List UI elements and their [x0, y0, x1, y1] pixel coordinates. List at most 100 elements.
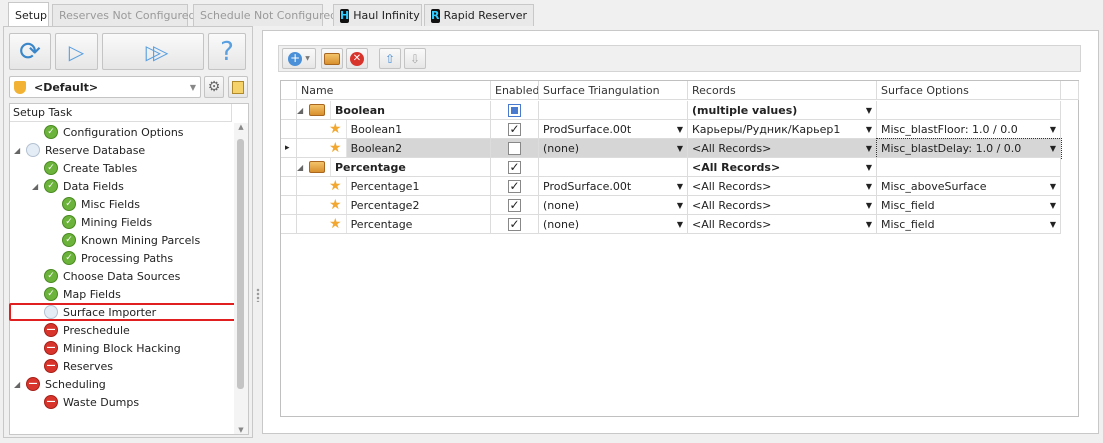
dropdown-arrow-icon[interactable]: ▼: [677, 125, 683, 134]
row-indicator[interactable]: [281, 120, 297, 139]
tree-item[interactable]: — Reserves: [10, 357, 113, 375]
triangulation-cell[interactable]: [539, 158, 688, 177]
tree-item[interactable]: ✓ Create Tables: [10, 159, 137, 177]
triangulation-cell[interactable]: ProdSurface.00t ▼: [539, 120, 688, 139]
dropdown-arrow-icon[interactable]: ▼: [1050, 220, 1056, 229]
column-header-triangulation[interactable]: Surface Triangulation: [539, 81, 688, 100]
add-button[interactable]: + ▼: [282, 48, 316, 69]
surface-options-cell[interactable]: Misc_field ▼: [877, 215, 1061, 234]
dropdown-arrow-icon[interactable]: ▼: [866, 220, 872, 229]
tree-item[interactable]: — Mining Block Hacking: [10, 339, 181, 357]
notes-button[interactable]: [228, 76, 248, 98]
dropdown-arrow-icon[interactable]: ▼: [866, 163, 872, 172]
records-cell[interactable]: Карьеры/Рудник/Карьер1 ▼: [688, 120, 877, 139]
tree-item[interactable]: ◢ Reserve Database: [10, 141, 145, 159]
dropdown-arrow-icon[interactable]: ▼: [866, 182, 872, 191]
tree-item[interactable]: — Waste Dumps: [10, 393, 139, 411]
surface-options-cell[interactable]: Misc_aboveSurface ▼: [877, 177, 1061, 196]
dropdown-arrow-icon[interactable]: ▼: [866, 144, 872, 153]
triangulation-cell[interactable]: ProdSurface.00t ▼: [539, 177, 688, 196]
enabled-checkbox[interactable]: ✓: [508, 217, 521, 231]
records-cell[interactable]: (multiple values) ▼: [688, 101, 877, 120]
surface-options-cell[interactable]: [877, 101, 1061, 120]
tree-item[interactable]: ✓ Known Mining Parcels: [10, 231, 200, 249]
enabled-cell[interactable]: [491, 139, 539, 158]
dropdown-arrow-icon[interactable]: ▼: [1050, 144, 1056, 153]
column-header-options[interactable]: Surface Options: [877, 81, 1061, 100]
row-indicator[interactable]: [281, 215, 297, 234]
name-cell[interactable]: ◢ Boolean: [297, 101, 491, 120]
dropdown-arrow-icon[interactable]: ▼: [677, 220, 683, 229]
column-header-enabled[interactable]: Enabled: [491, 81, 539, 100]
dropdown-arrow-icon[interactable]: ▼: [1050, 201, 1056, 210]
name-cell[interactable]: ★ Boolean2: [297, 139, 491, 158]
name-cell[interactable]: ★ Percentage: [297, 215, 491, 234]
delete-button[interactable]: ✕: [346, 48, 368, 69]
records-cell[interactable]: <All Records> ▼: [688, 158, 877, 177]
profile-select[interactable]: <Default> ▼: [9, 76, 201, 98]
collapse-icon[interactable]: ◢: [297, 106, 309, 115]
tab-reserves-not-configured[interactable]: Reserves Not Configured: [52, 4, 196, 26]
add-folder-button[interactable]: [321, 48, 343, 69]
row-indicator[interactable]: ▸: [281, 139, 297, 158]
name-cell[interactable]: ★ Percentage1: [297, 177, 491, 196]
settings-button[interactable]: ⚙: [204, 76, 224, 98]
records-cell[interactable]: <All Records> ▼: [688, 196, 877, 215]
dropdown-arrow-icon[interactable]: ▼: [1050, 182, 1056, 191]
surface-options-cell[interactable]: [877, 158, 1061, 177]
enabled-checkbox[interactable]: [508, 103, 521, 117]
tab-schedule-not-configured[interactable]: Schedule Not Configured: [193, 4, 337, 26]
surface-options-cell[interactable]: Misc_field ▼: [877, 196, 1061, 215]
scrollbar-thumb[interactable]: [237, 139, 244, 389]
tree-item[interactable]: ◢ — Scheduling: [10, 375, 106, 393]
tree-item[interactable]: ✓ Processing Paths: [10, 249, 173, 267]
enabled-checkbox[interactable]: ✓: [508, 122, 521, 136]
run-all-button[interactable]: ▷▷: [102, 33, 204, 70]
tree-item[interactable]: ✓ Configuration Options: [10, 123, 184, 141]
enabled-checkbox[interactable]: ✓: [508, 179, 521, 193]
tree-item[interactable]: ✓ Misc Fields: [10, 195, 140, 213]
enabled-cell[interactable]: ✓: [491, 120, 539, 139]
move-up-button[interactable]: ⇧: [379, 48, 401, 69]
records-cell[interactable]: <All Records> ▼: [688, 215, 877, 234]
enabled-checkbox[interactable]: [508, 141, 521, 155]
name-cell[interactable]: ★ Boolean1: [297, 120, 491, 139]
run-step-button[interactable]: ▷: [55, 33, 98, 70]
enabled-cell[interactable]: ✓: [491, 177, 539, 196]
name-cell[interactable]: ◢ Percentage: [297, 158, 491, 177]
triangulation-cell[interactable]: (none) ▼: [539, 196, 688, 215]
triangulation-cell[interactable]: (none) ▼: [539, 139, 688, 158]
help-button[interactable]: ?: [208, 33, 246, 70]
enabled-checkbox[interactable]: ✓: [508, 198, 521, 212]
dropdown-arrow-icon[interactable]: ▼: [866, 125, 872, 134]
row-indicator[interactable]: [281, 158, 297, 177]
column-header-records[interactable]: Records: [688, 81, 877, 100]
triangulation-cell[interactable]: (none) ▼: [539, 215, 688, 234]
column-header-name[interactable]: Name: [297, 81, 491, 100]
tab-haul-infinity[interactable]: H Haul Infinity: [333, 4, 422, 26]
tab-rapid-reserver[interactable]: R Rapid Reserver: [424, 4, 534, 26]
collapse-icon[interactable]: ◢: [297, 163, 309, 172]
tree-item[interactable]: ✓ Choose Data Sources: [10, 267, 180, 285]
enabled-cell[interactable]: ✓: [491, 215, 539, 234]
collapse-icon[interactable]: ◢: [14, 146, 26, 155]
dropdown-arrow-icon[interactable]: ▼: [677, 201, 683, 210]
enabled-checkbox[interactable]: ✓: [508, 160, 521, 174]
surface-options-cell[interactable]: Misc_blastDelay: 1.0 / 0.0 ▼: [876, 138, 1062, 159]
dropdown-arrow-icon[interactable]: ▼: [866, 201, 872, 210]
row-indicator[interactable]: [281, 101, 297, 120]
refresh-button[interactable]: ⟳: [9, 33, 51, 70]
tree-scrollbar[interactable]: ▲ ▼: [234, 123, 248, 434]
records-cell[interactable]: <All Records> ▼: [688, 177, 877, 196]
row-indicator[interactable]: [281, 196, 297, 215]
dropdown-arrow-icon[interactable]: ▼: [866, 106, 872, 115]
enabled-cell[interactable]: ✓: [491, 158, 539, 177]
tree-item[interactable]: Surface Importer: [9, 303, 238, 321]
collapse-icon[interactable]: ◢: [32, 182, 44, 191]
dropdown-arrow-icon[interactable]: ▼: [1050, 125, 1056, 134]
tree-item[interactable]: ✓ Mining Fields: [10, 213, 152, 231]
tree-item[interactable]: ✓ Map Fields: [10, 285, 121, 303]
name-cell[interactable]: ★ Percentage2: [297, 196, 491, 215]
dropdown-arrow-icon[interactable]: ▼: [677, 182, 683, 191]
enabled-cell[interactable]: [491, 101, 539, 120]
